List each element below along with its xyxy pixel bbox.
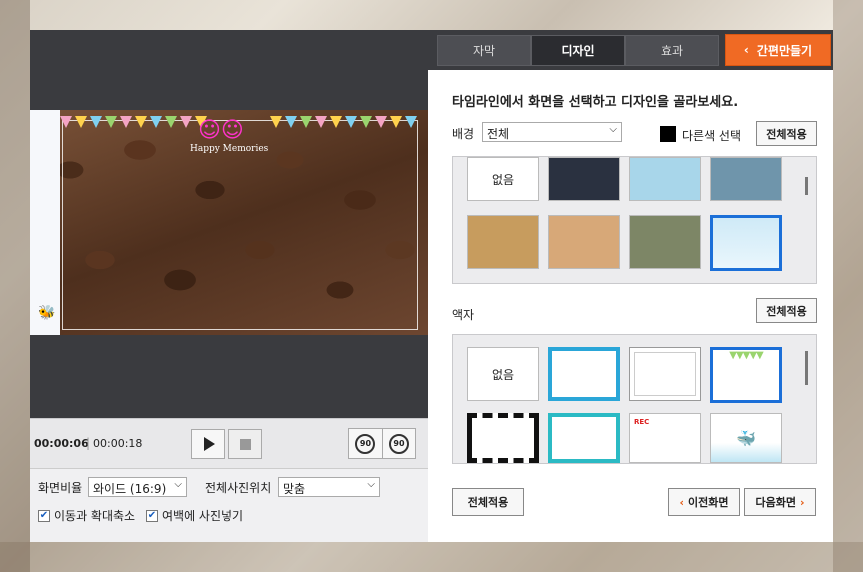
time-separator: | — [86, 436, 91, 450]
frame-apply-all-button[interactable]: 전체적용 — [756, 298, 817, 323]
checkmark-icon: ✔ — [146, 509, 158, 522]
quick-make-button[interactable]: ‹ 간편만들기 — [725, 34, 831, 66]
background-scrollbar[interactable] — [805, 177, 808, 195]
bunting-icon: ▼▼▼▼▼ — [729, 350, 763, 361]
background-thumb-selected[interactable] — [710, 215, 782, 271]
rotate-left-button[interactable]: 90 — [349, 429, 382, 458]
frame-thumb[interactable] — [629, 347, 701, 401]
chevron-down-icon: ⌵ — [609, 124, 617, 135]
kids-faces-icon: ☺☺ — [198, 118, 244, 143]
tab-subtitle[interactable]: 자막 — [437, 35, 531, 66]
other-color-label[interactable]: 다른색 선택 — [682, 127, 741, 144]
design-panel: 자막 디자인 효과 ‹ 간편만들기 타임라인에서 화면을 선택하고 디자인을 골… — [428, 30, 833, 542]
frame-thumb-rec[interactable]: REC — [629, 413, 701, 463]
margin-fill-checkbox[interactable]: ✔ 여백에 사진넣기 — [146, 507, 243, 524]
chevron-left-icon: ‹ — [679, 495, 685, 509]
total-time: 00:00:18 — [93, 437, 143, 450]
instruction-text: 타임라인에서 화면을 선택하고 디자인을 골라보세요. — [452, 95, 739, 110]
frame-thumb-none[interactable]: 없음 — [467, 347, 539, 401]
background-apply-all-button[interactable]: 전체적용 — [756, 121, 817, 146]
tab-bar: 자막 디자인 효과 ‹ 간편만들기 — [428, 30, 833, 70]
background-stripe — [0, 542, 863, 572]
footer-apply-all-button[interactable]: 전체적용 — [452, 488, 524, 516]
frame-thumb[interactable] — [548, 413, 620, 463]
rotate-right-icon: 90 — [388, 433, 409, 454]
color-swatch[interactable] — [660, 126, 676, 142]
frame-grid: 없음 ▼▼▼▼▼ REC 🐳 — [452, 334, 817, 464]
background-thumb[interactable] — [467, 215, 539, 269]
aspect-select[interactable]: 와이드 (16:9) ⌵ — [88, 477, 187, 497]
play-icon — [204, 437, 215, 451]
chevron-right-icon: › — [799, 495, 805, 509]
background-stripe — [833, 0, 863, 572]
background-thumb[interactable] — [710, 157, 782, 201]
background-label: 배경 — [452, 127, 475, 141]
chevron-down-icon: ⌵ — [174, 479, 182, 490]
frame-thumb[interactable] — [548, 347, 620, 401]
preview-area: ☺☺ Happy Memories 🐝 — [30, 30, 428, 418]
rotate-right-button[interactable]: 90 — [381, 429, 415, 458]
frame-thumb[interactable] — [467, 413, 539, 463]
playback-bar: 00:00:06 | 00:00:18 90 90 — [30, 418, 428, 468]
tab-effects[interactable]: 효과 — [625, 35, 719, 66]
stop-icon — [239, 438, 251, 450]
tab-design[interactable]: 디자인 — [531, 35, 625, 66]
overlay-text: Happy Memories — [190, 144, 269, 154]
background-category-select[interactable]: 전체 ⌵ — [482, 122, 622, 142]
bee-icon: 🐝 — [38, 305, 56, 321]
background-thumb[interactable] — [629, 215, 701, 269]
play-button[interactable] — [191, 429, 225, 459]
settings-panel: 화면비율 와이드 (16:9) ⌵ 전체사진위치 맞춤 ⌵ ✔ 이동과 확대축소 ✔… — [30, 468, 428, 542]
current-time: 00:00:06 — [34, 437, 89, 450]
app-window: ☺☺ Happy Memories 🐝 00:00:06 | 00:00:18 … — [30, 30, 833, 542]
next-screen-button[interactable]: 다음화면 › — [744, 488, 816, 516]
photo-position-select[interactable]: 맞춤 ⌵ — [278, 477, 380, 497]
stop-button[interactable] — [228, 429, 262, 459]
aspect-label: 화면비율 — [38, 481, 83, 495]
move-zoom-checkbox[interactable]: ✔ 이동과 확대축소 — [38, 507, 135, 524]
rotate-group: 90 90 — [348, 428, 416, 459]
background-thumb[interactable] — [629, 157, 701, 201]
chevron-down-icon: ⌵ — [367, 479, 375, 490]
background-thumb-none[interactable]: 없음 — [467, 157, 539, 201]
frame-scrollbar[interactable] — [805, 351, 808, 385]
checkmark-icon: ✔ — [38, 509, 50, 522]
whale-icon: 🐳 — [736, 428, 756, 448]
rec-label: REC — [634, 418, 650, 426]
prev-screen-button[interactable]: ‹ 이전화면 — [668, 488, 740, 516]
frame-thumb-whale[interactable]: 🐳 — [710, 413, 782, 463]
rotate-left-icon: 90 — [355, 433, 376, 454]
preview-image[interactable]: ☺☺ Happy Memories 🐝 — [30, 110, 428, 335]
background-stripe — [0, 0, 30, 572]
background-grid: 없음 — [452, 156, 817, 284]
photo-position-label: 전체사진위치 — [205, 481, 272, 495]
frame-left-strip — [30, 110, 60, 335]
frame-label: 액자 — [452, 308, 475, 322]
background-thumb[interactable] — [548, 157, 620, 201]
frame-thumb-selected[interactable]: ▼▼▼▼▼ — [710, 347, 782, 403]
chevron-left-icon: ‹ — [743, 43, 749, 57]
background-thumb[interactable] — [548, 215, 620, 269]
